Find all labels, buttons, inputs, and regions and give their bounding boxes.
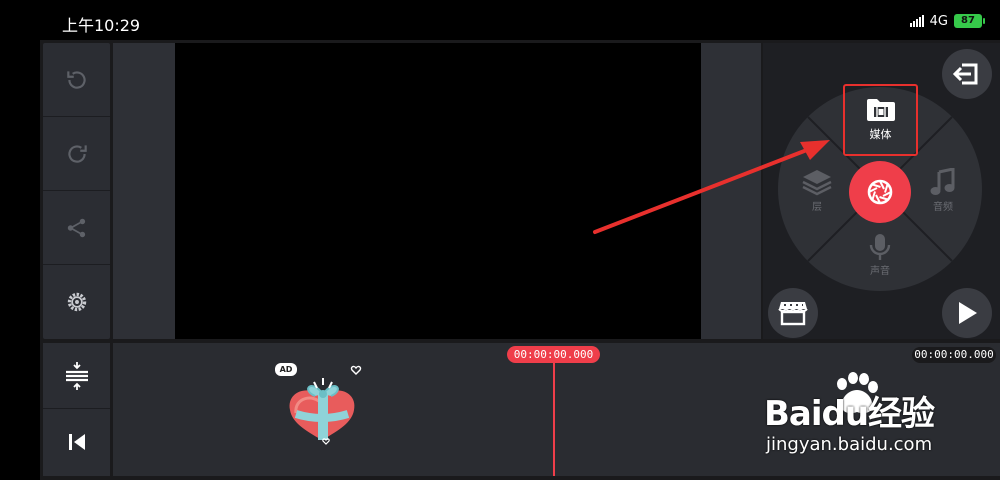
audio-label: 音频 xyxy=(933,202,953,213)
settings-icon xyxy=(67,292,86,312)
watermark-url: jingyan.baidu.com xyxy=(766,434,933,455)
zoom-timeline-icon xyxy=(65,361,88,390)
music-note-icon xyxy=(930,168,955,195)
microphone-icon xyxy=(869,234,891,260)
undo-icon xyxy=(66,70,86,89)
media-button[interactable]: 媒体 xyxy=(843,84,918,156)
voice-label: 声音 xyxy=(870,266,890,277)
media-label: 媒体 xyxy=(869,128,892,141)
media-folder-icon xyxy=(866,99,895,121)
app-root: 上午10:29 4G 87 层 音频 声音 媒体 AD 00:00:00.000… xyxy=(0,0,1000,480)
camera-shutter-icon xyxy=(867,179,893,205)
share-button[interactable] xyxy=(43,191,110,265)
record-button[interactable] xyxy=(849,161,911,223)
asset-store-button[interactable] xyxy=(768,288,818,338)
status-indicators: 4G 87 xyxy=(909,13,985,29)
voice-button[interactable]: 声音 xyxy=(866,232,894,277)
redo-icon xyxy=(67,144,87,163)
redo-button[interactable] xyxy=(43,117,110,191)
play-icon xyxy=(959,302,977,324)
current-time: 00:00:00.000 xyxy=(507,346,600,363)
network-type: 4G xyxy=(929,13,948,29)
timeline-controls xyxy=(43,343,110,476)
timeline-zoom-button[interactable] xyxy=(43,343,110,409)
signal-icon xyxy=(909,15,924,27)
audio-button[interactable]: 音频 xyxy=(929,168,957,213)
left-toolbar xyxy=(43,43,110,339)
ad-badge: AD xyxy=(275,363,297,376)
annotation-arrow xyxy=(593,140,830,234)
battery-icon: 87 xyxy=(954,14,985,28)
skip-to-start-button[interactable] xyxy=(43,409,110,475)
battery-level: 87 xyxy=(961,15,975,26)
baidu-watermark: Baidu经验 jingyan.baidu.com xyxy=(764,372,1000,462)
share-icon xyxy=(67,218,85,237)
settings-button[interactable] xyxy=(43,265,110,339)
status-bar: 上午10:29 4G 87 xyxy=(0,0,1000,40)
skip-to-start-icon xyxy=(68,434,85,450)
store-icon xyxy=(778,302,808,326)
total-time: 00:00:00.000 xyxy=(912,347,996,363)
watermark-brand: Baidu经验 xyxy=(764,394,935,434)
undo-button[interactable] xyxy=(43,43,110,117)
exit-icon xyxy=(952,63,978,85)
status-time: 上午10:29 xyxy=(62,16,141,35)
play-button[interactable] xyxy=(942,288,992,338)
playhead[interactable] xyxy=(553,358,555,476)
